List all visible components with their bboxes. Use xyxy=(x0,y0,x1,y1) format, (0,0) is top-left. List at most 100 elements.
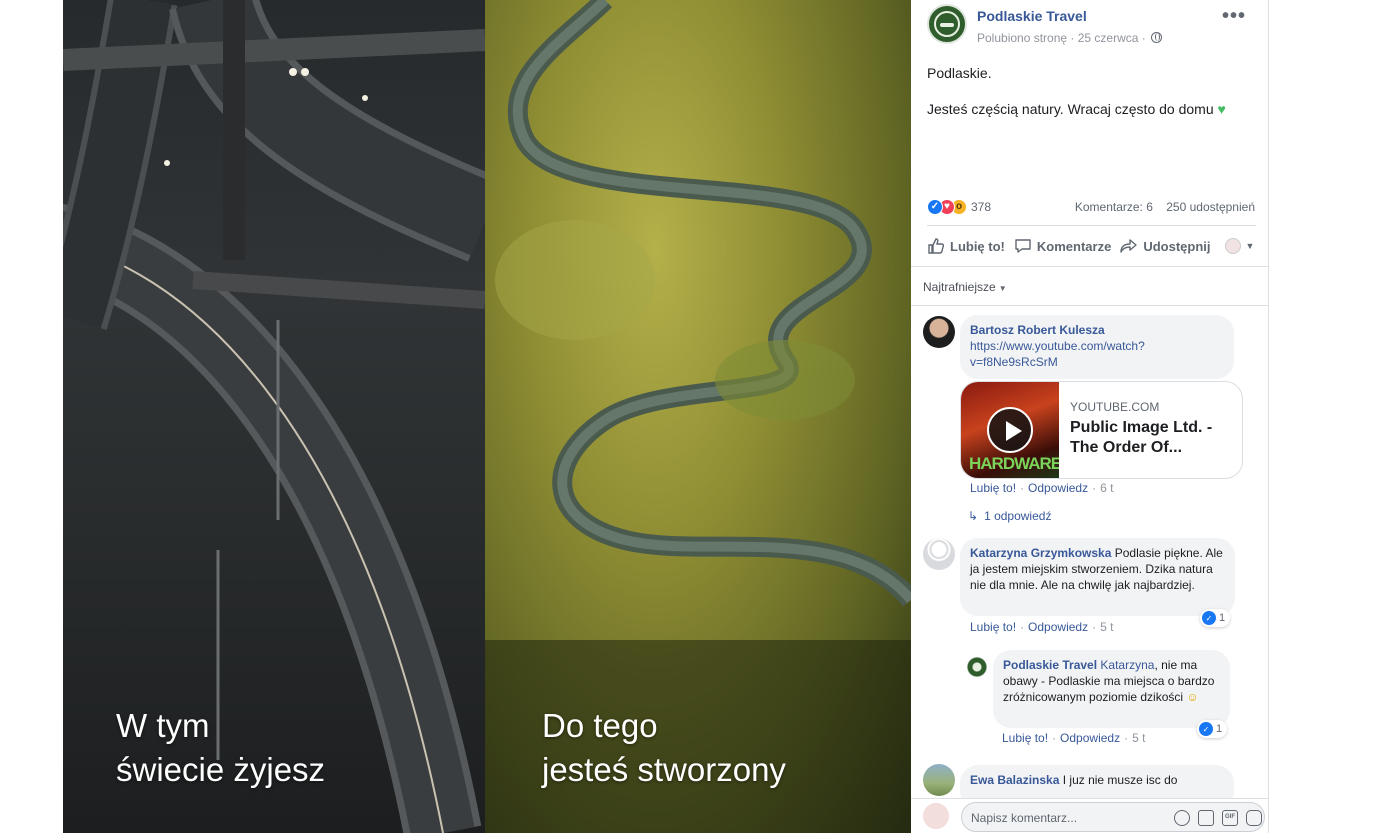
grinning-emoji-icon: ☺ xyxy=(1186,690,1199,704)
post-actions: Lubię to! Komentarze Udostępnij ▼ xyxy=(927,232,1259,260)
comment-like-badge[interactable]: ✓ 1 xyxy=(1197,720,1228,738)
comments-list: Bartosz Robert Kulesza https://www.youtu… xyxy=(911,306,1268,798)
caption-right-line-2: jesteś stworzony xyxy=(542,751,786,788)
separator: · xyxy=(1124,731,1129,745)
comment-like-link[interactable]: Lubię to! xyxy=(1002,731,1048,745)
more-options-icon[interactable]: ••• xyxy=(1222,6,1246,26)
comment-actions: Lubię to! · Odpowiedz · 6 t xyxy=(970,481,1113,495)
like-button[interactable]: Lubię to! xyxy=(927,237,1005,255)
comment-composer: Napisz komentarz... GIF xyxy=(911,798,1268,833)
post-header: Podlaskie Travel Polubiono stronę · 25 c… xyxy=(927,4,1258,48)
comments-sort-dropdown[interactable]: Najtrafniejsze ▼ xyxy=(923,280,1007,294)
avatar[interactable] xyxy=(923,316,955,348)
comment-time[interactable]: 5 t xyxy=(1132,731,1145,745)
thumbs-up-icon xyxy=(928,238,945,254)
photo-caption-right: Do tego jesteś stworzony xyxy=(542,704,786,792)
avatar[interactable] xyxy=(923,764,955,796)
comment-like-link[interactable]: Lubię to! xyxy=(970,620,1016,634)
reaction-count[interactable]: 378 xyxy=(971,200,991,214)
caption-left-line-2: świecie żyjesz xyxy=(116,751,326,788)
page-logo-icon xyxy=(934,11,960,37)
comment-bubble: Bartosz Robert Kulesza https://www.youtu… xyxy=(960,315,1234,379)
share-button[interactable]: Udostępnij xyxy=(1120,237,1210,255)
share-icon xyxy=(1120,239,1138,253)
comments-count[interactable]: Komentarze: 6 xyxy=(1075,200,1153,214)
comment-reply-link[interactable]: Odpowiedz xyxy=(1028,481,1088,495)
comment-link-line-2: v=f8Ne9sRcSrM xyxy=(970,355,1058,369)
avatar xyxy=(923,803,949,829)
page-avatar[interactable] xyxy=(927,4,967,44)
comments-sort-bar: Najtrafniejsze ▼ xyxy=(911,266,1268,306)
sort-label: Najtrafniejsze xyxy=(923,280,996,294)
avatar[interactable] xyxy=(967,657,987,677)
separator: · xyxy=(1092,620,1097,634)
comment-like-badge[interactable]: ✓ 1 xyxy=(1200,609,1231,627)
comment-actions: Lubię to! · Odpowiedz · 5 t xyxy=(1002,731,1145,745)
view-replies-link[interactable]: ↳ 1 odpowiedź xyxy=(968,509,1051,523)
reply-arrow-icon: ↳ xyxy=(968,509,979,523)
play-icon[interactable] xyxy=(987,407,1033,453)
replies-count: 1 odpowiedź xyxy=(984,509,1052,523)
photo-river-half: Do tego jesteś stworzony xyxy=(485,0,911,833)
divider xyxy=(927,225,1256,226)
comment-author[interactable]: Podlaskie Travel xyxy=(1003,658,1097,672)
avatar[interactable] xyxy=(923,538,955,570)
shares-count[interactable]: 250 udostępnień xyxy=(1166,200,1255,214)
separator: · xyxy=(1052,731,1057,745)
comment-time[interactable]: 6 t xyxy=(1100,481,1113,495)
comment-bubble: Ewa Balazinska I juz nie musze isc do xyxy=(960,765,1234,798)
comment-button[interactable]: Komentarze xyxy=(1014,237,1111,255)
comment-like-count: 1 xyxy=(1219,612,1226,624)
gif-icon[interactable]: GIF xyxy=(1222,810,1238,826)
comment-input-placeholder: Napisz komentarz... xyxy=(971,811,1078,825)
post-text-line-2-text: Jesteś częścią natury. Wracaj często do … xyxy=(927,101,1214,117)
photo-caption-left: W tym świecie żyjesz xyxy=(116,704,325,792)
comment-mention[interactable]: Katarzyna xyxy=(1100,658,1154,672)
post-meta: Polubiono stronę · 25 czerwca · xyxy=(977,31,1163,45)
card-title: Public Image Ltd. - The Order Of... xyxy=(1070,419,1213,456)
youtube-thumbnail: HARDWARE xyxy=(961,382,1059,478)
green-heart-icon: ♥ xyxy=(1217,101,1226,117)
post-sidebar: Podlaskie Travel Polubiono stronę · 25 c… xyxy=(911,0,1269,833)
globe-icon xyxy=(1151,32,1163,43)
reactions-summary: ✓ ♥ o 378 Komentarze: 6 250 udostępnień xyxy=(927,198,1255,218)
separator: · xyxy=(1020,620,1025,634)
comment-reply-link[interactable]: Odpowiedz xyxy=(1028,620,1088,634)
reply-bubble: Podlaskie Travel Katarzyna, nie ma obawy… xyxy=(993,650,1230,728)
chevron-down-icon[interactable]: ▼ xyxy=(1245,241,1254,251)
post-text-line-1: Podlaskie. xyxy=(927,65,992,81)
comment-label: Komentarze xyxy=(1036,238,1112,254)
sticker-icon[interactable] xyxy=(1246,810,1262,826)
post-text-line-2: Jesteś częścią natury. Wracaj często do … xyxy=(927,100,1257,118)
share-label: Udostępnij xyxy=(1143,238,1211,254)
post-photo[interactable]: W tym świecie żyjesz Do tego jesteś stwo… xyxy=(63,0,911,833)
comment-link[interactable]: https://www.youtube.com/watch? v=f8Ne9sR… xyxy=(970,338,1224,370)
comment-time[interactable]: 5 t xyxy=(1100,620,1113,634)
caption-right-line-1: Do tego xyxy=(542,707,658,744)
like-reaction-icon: ✓ xyxy=(1199,722,1213,736)
like-label: Lubię to! xyxy=(950,238,1005,254)
comment-author[interactable]: Bartosz Robert Kulesza xyxy=(970,322,1224,338)
comment-author[interactable]: Katarzyna Grzymkowska xyxy=(970,546,1111,560)
youtube-link-card[interactable]: HARDWARE YOUTUBE.COM Public Image Ltd. -… xyxy=(960,381,1243,479)
comment-like-count: 1 xyxy=(1216,723,1223,735)
photo-highway-half: W tym świecie żyjesz xyxy=(63,0,485,833)
reactor-avatar[interactable] xyxy=(1225,238,1242,254)
comment-input[interactable]: Napisz komentarz... GIF xyxy=(961,802,1265,832)
comments-shares: Komentarze: 6 250 udostępnień xyxy=(1075,200,1255,214)
like-reaction-icon[interactable]: ✓ xyxy=(927,199,943,215)
camera-icon[interactable] xyxy=(1198,810,1214,826)
card-domain: YOUTUBE.COM xyxy=(1070,400,1160,414)
page-name[interactable]: Podlaskie Travel xyxy=(977,8,1087,24)
caption-left-line-1: W tym xyxy=(116,707,210,744)
comment-author[interactable]: Ewa Balazinska xyxy=(970,773,1059,787)
comment-icon xyxy=(1015,239,1031,253)
comment-reply-link[interactable]: Odpowiedz xyxy=(1060,731,1120,745)
post-text: Podlaskie. Jesteś częścią natury. Wracaj… xyxy=(927,64,1257,136)
emoji-icon[interactable] xyxy=(1174,810,1190,826)
separator: · xyxy=(1092,481,1097,495)
post-meta-text: Polubiono stronę · 25 czerwca · xyxy=(977,31,1146,45)
comment-like-link[interactable]: Lubię to! xyxy=(970,481,1016,495)
comment-text: I juz nie musze isc do xyxy=(1062,773,1178,787)
comment-actions: Lubię to! · Odpowiedz · 5 t xyxy=(970,620,1113,634)
